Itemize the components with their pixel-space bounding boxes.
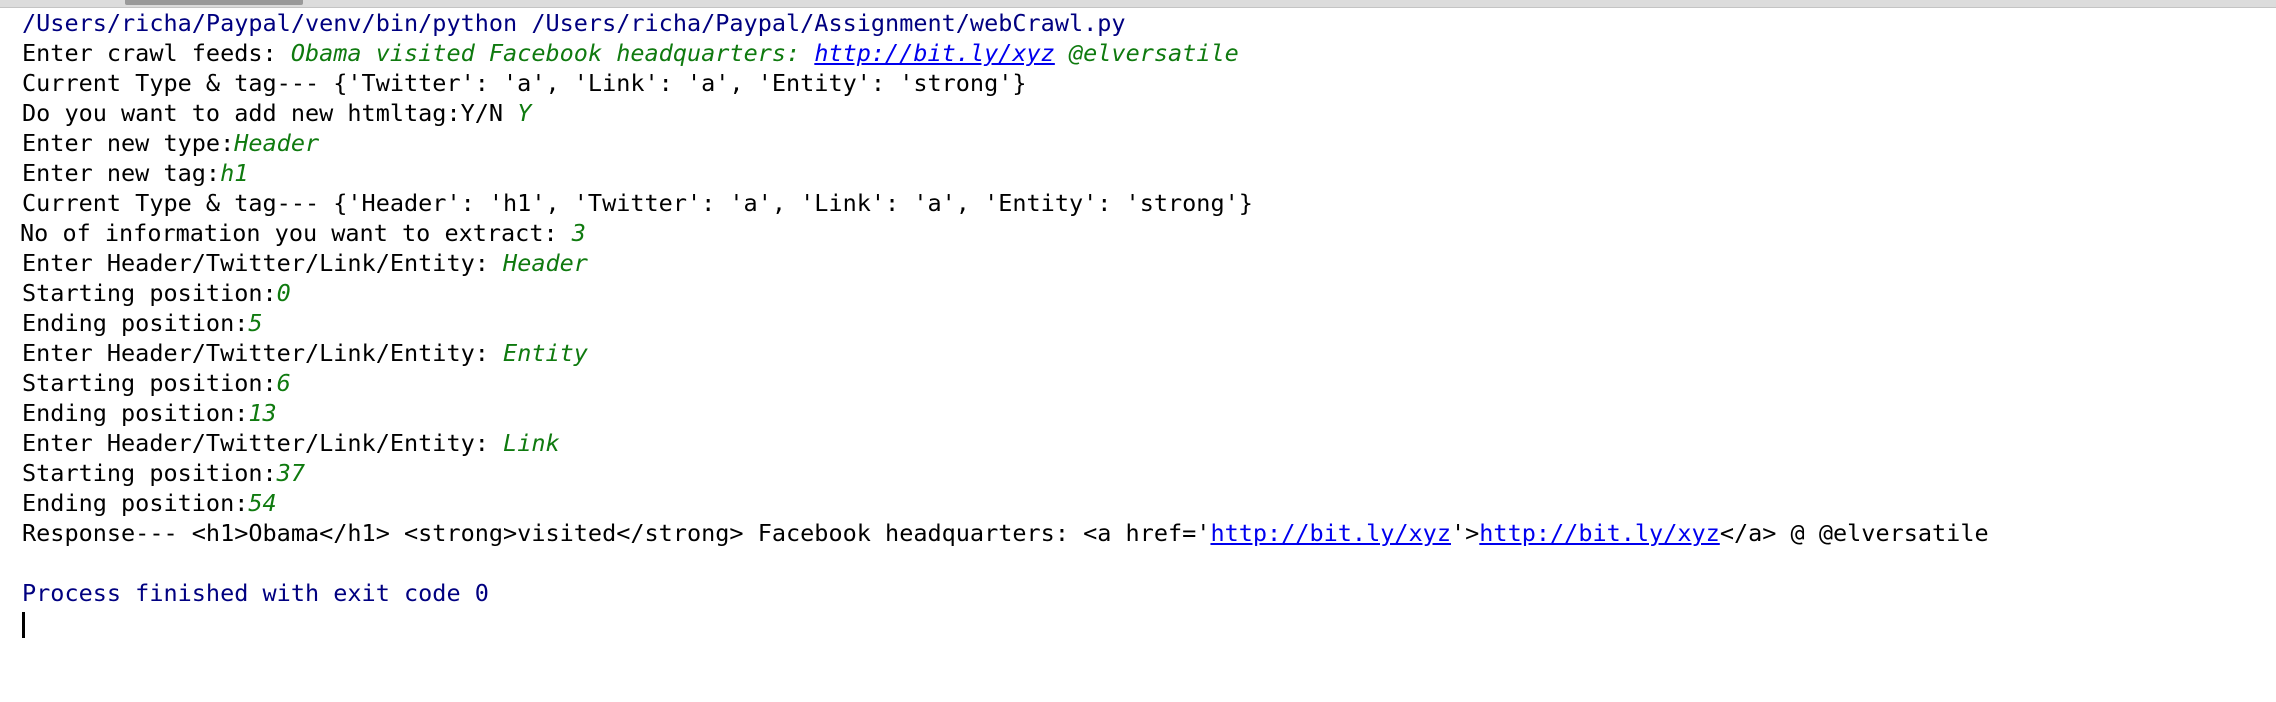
ending-position-prompt: Ending position: [22,399,249,427]
run-console-output[interactable]: /Users/richa/Paypal/venv/bin/python /Use… [0,8,2276,702]
new-type-line: Enter new type:Header [0,128,2276,158]
extraction-type-line: Enter Header/Twitter/Link/Entity: Entity [0,338,2276,368]
info-count-input: 3 [571,219,586,247]
starting-position-input: 37 [276,459,305,487]
ending-position-line: Ending position:54 [0,488,2276,518]
response-middle: '> [1450,519,1480,547]
extraction-type-prompt: Enter Header/Twitter/Link/Entity: [22,429,504,457]
crawl-feed-line: Enter crawl feeds: Obama visited Faceboo… [0,38,2276,68]
editor-tab-strip [0,0,2276,8]
run-command-line: /Users/richa/Paypal/venv/bin/python /Use… [22,9,1126,37]
ending-position-line: Ending position:5 [0,308,2276,338]
response-suffix: </a> @ @elversatile [1719,519,1989,547]
add-tag-prompt: Do you want to add new htmltag:Y/N [22,99,518,127]
starting-position-prompt: Starting position: [22,369,277,397]
starting-position-line: Starting position:37 [0,458,2276,488]
info-count-prompt: No of information you want to extract: [20,219,572,247]
new-tag-prompt: Enter new tag: [22,159,221,187]
starting-position-line: Starting position:0 [0,278,2276,308]
starting-position-prompt: Starting position: [22,279,277,307]
new-type-input: Header [234,129,320,157]
starting-position-input: 0 [276,279,291,307]
ending-position-input: 13 [248,399,277,427]
ending-position-line: Ending position:13 [0,398,2276,428]
response-prefix: Response--- <h1>Obama</h1> <strong>visit… [22,519,1211,547]
active-tab-indicator[interactable] [125,0,303,5]
crawl-feed-input: Obama visited Facebook headquarters: [290,39,815,67]
add-tag-line: Do you want to add new htmltag:Y/N Y [0,98,2276,128]
response-line: Response--- <h1>Obama</h1> <strong>visit… [0,518,2276,548]
text-cursor [22,611,25,638]
ending-position-prompt: Ending position: [22,309,249,337]
crawl-feed-handle: @elversatile [1054,39,1239,67]
starting-position-line: Starting position:6 [0,368,2276,398]
updated-tags-line: Current Type & tag--- {'Header': 'h1', '… [22,189,1253,217]
input-caret-line[interactable] [0,608,2276,638]
info-count-line: No of information you want to extract: 3 [0,218,2276,248]
extraction-type-input: Entity [503,339,588,367]
extraction-type-prompt: Enter Header/Twitter/Link/Entity: [22,339,504,367]
extraction-type-prompt: Enter Header/Twitter/Link/Entity: [22,249,504,277]
new-tag-input: h1 [220,159,249,187]
crawl-feed-prompt: Enter crawl feeds: [22,39,291,67]
new-type-prompt: Enter new type: [22,129,235,157]
response-href-link[interactable]: http://bit.ly/xyz [1210,519,1451,547]
starting-position-prompt: Starting position: [22,459,277,487]
current-tags-line: Current Type & tag--- {'Twitter': 'a', '… [22,69,1027,97]
extraction-type-input: Link [503,429,560,457]
extraction-type-input: Header [503,249,588,277]
starting-position-input: 6 [276,369,291,397]
extraction-type-line: Enter Header/Twitter/Link/Entity: Link [0,428,2276,458]
new-tag-line: Enter new tag:h1 [0,158,2276,188]
ending-position-prompt: Ending position: [22,489,249,517]
exit-message: Process finished with exit code 0 [22,579,489,607]
response-anchor-link[interactable]: http://bit.ly/xyz [1479,519,1720,547]
add-tag-input: Y [517,99,532,127]
ending-position-input: 54 [248,489,277,517]
crawl-feed-link[interactable]: http://bit.ly/xyz [814,39,1055,67]
extraction-type-line: Enter Header/Twitter/Link/Entity: Header [0,248,2276,278]
ending-position-input: 5 [248,309,263,337]
